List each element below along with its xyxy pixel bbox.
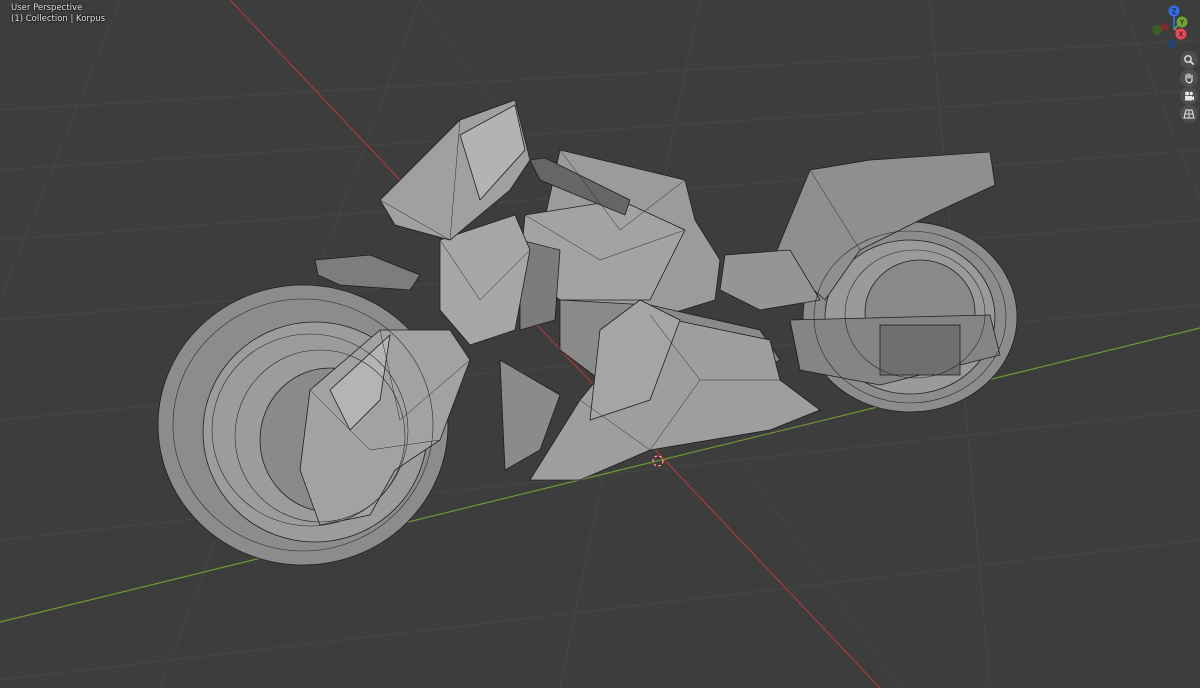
camera-icon [1185,91,1194,101]
camera-view-button[interactable] [1180,87,1198,105]
view-name-label: User Perspective [11,3,83,13]
gizmo-x-label: X [1179,31,1184,39]
zoom-button[interactable] [1180,51,1198,69]
pan-button[interactable] [1180,69,1198,87]
grid-icon [1183,109,1195,119]
gizmo-y-label: Y [1179,19,1185,27]
gizmo-y-negative[interactable] [1152,25,1162,35]
hand-icon [1185,73,1193,84]
gizmo-z-label: Z [1172,8,1177,16]
motorcycle-mesh[interactable] [157,99,1018,566]
magnifier-icon [1184,55,1195,66]
collection-label: (1) Collection | Korpus [11,14,106,24]
3d-viewport[interactable]: User Perspective (1) Collection | Korpus… [0,0,1200,688]
navigation-gizmo[interactable]: Z X Y [1148,3,1200,51]
viewport-scene[interactable] [0,0,1200,688]
toggle-perspective-button[interactable] [1180,105,1198,123]
gizmo-x-negative[interactable] [1161,23,1169,31]
gizmo-z-negative[interactable] [1167,39,1177,49]
